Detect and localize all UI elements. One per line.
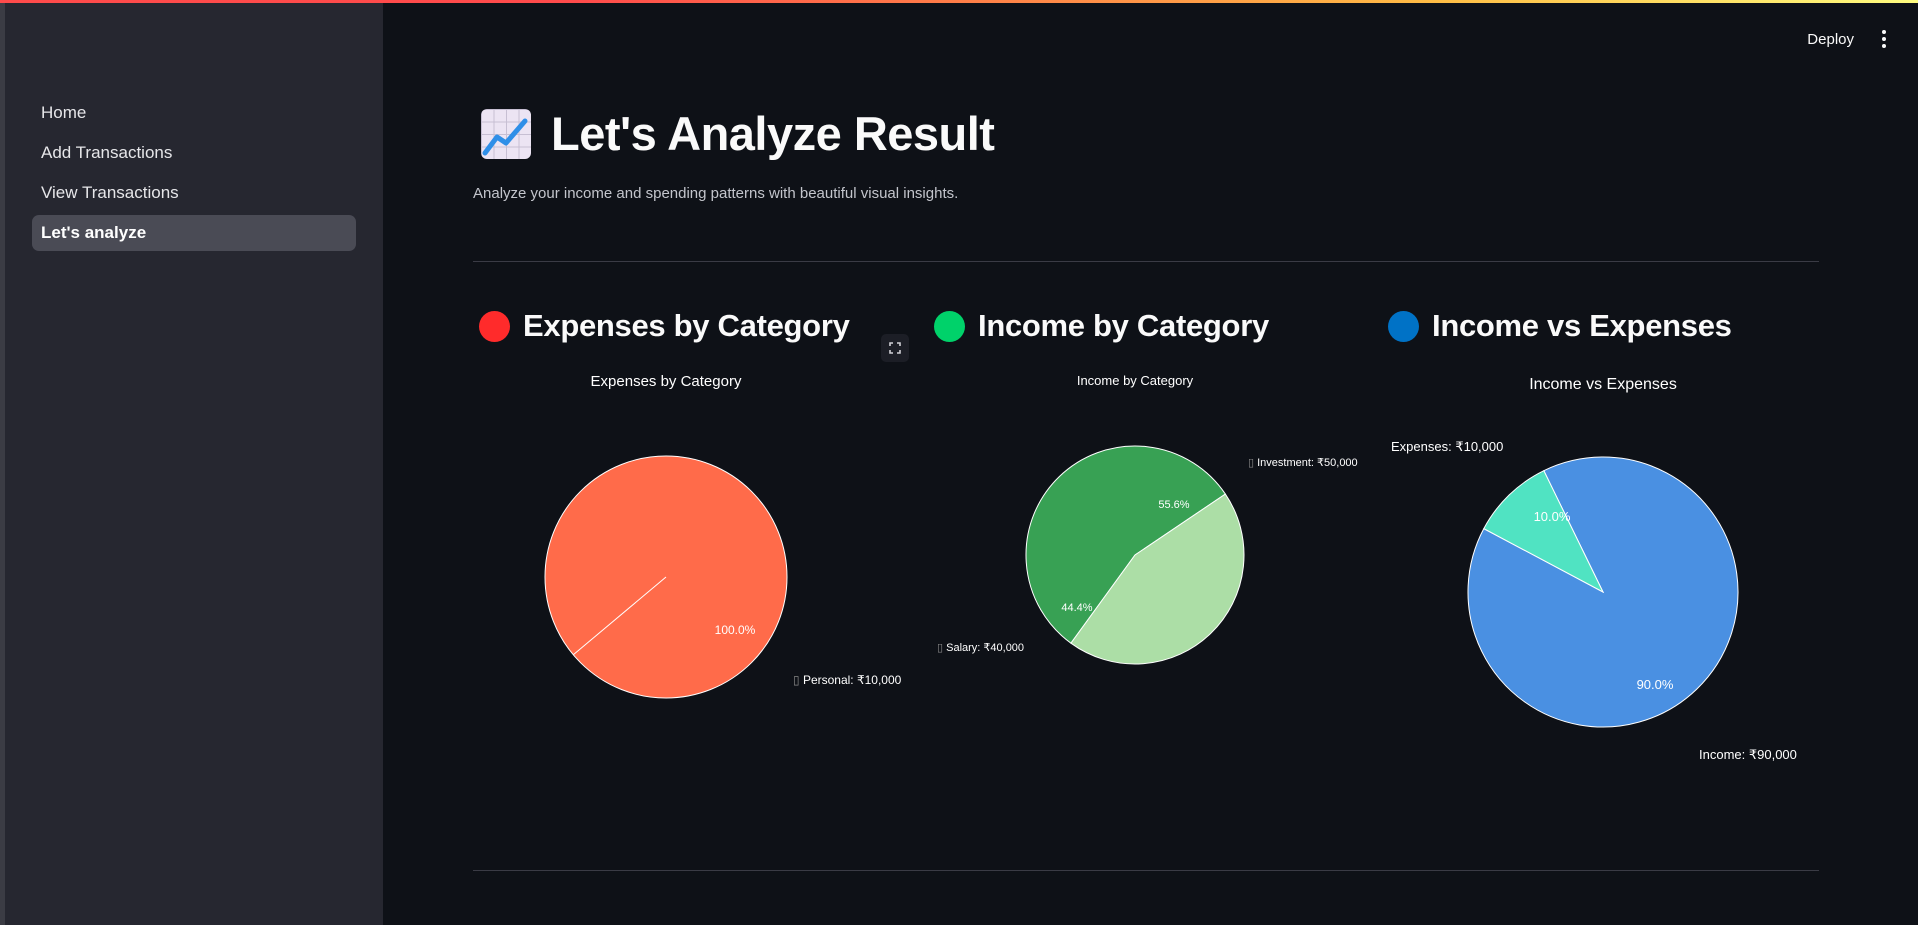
section-income-by-category: Income by Category [934, 308, 1269, 344]
section-title: Income vs Expenses [1432, 308, 1732, 343]
sidebar-item-add-transactions[interactable]: Add Transactions [32, 135, 356, 171]
slice-label-text: Personal: ₹10,000 [803, 673, 902, 687]
page-subtitle: Analyze your income and spending pattern… [473, 185, 959, 202]
sidebar-item-lets-analyze[interactable]: Let's analyze [32, 215, 356, 251]
sidebar-item-home[interactable]: Home [32, 95, 356, 131]
page-header: Let's Analyze Result [481, 106, 995, 161]
header-actions: Deploy [1807, 30, 1886, 48]
sidebar: Home Add Transactions View Transactions … [0, 3, 383, 925]
deploy-button[interactable]: Deploy [1807, 31, 1854, 48]
pie-slices [544, 455, 788, 699]
legend-glyph: ▯ [937, 642, 946, 654]
red-circle-icon [479, 310, 510, 342]
sidebar-item-view-transactions[interactable]: View Transactions [32, 175, 356, 211]
more-vertical-icon[interactable] [1882, 30, 1886, 48]
chart-title: Income vs Expenses [1529, 376, 1677, 393]
slice-label: ▯ Investment: ₹50,000 [1248, 457, 1358, 469]
slice-percent-label: 90.0% [1637, 677, 1674, 692]
menu-dot [1882, 30, 1886, 34]
green-circle-icon [934, 310, 965, 342]
slice-percent-label: 44.4% [1061, 602, 1092, 614]
menu-dot [1882, 44, 1886, 48]
slice-percent-label: 55.6% [1158, 499, 1189, 511]
divider [473, 870, 1819, 871]
sidebar-nav: Home Add Transactions View Transactions … [32, 95, 356, 255]
slice-label: Income: ₹90,000 [1699, 747, 1797, 762]
trend-line-graphic [482, 118, 528, 155]
expenses-pie-chart: Expenses by Category 100.0% ▯ Personal: … [544, 373, 902, 699]
slice-percent-label: 100.0% [715, 623, 756, 637]
chart-title: Income by Category [1077, 373, 1194, 388]
blue-circle-icon [1388, 310, 1419, 342]
pie-slices [1025, 445, 1245, 665]
legend-glyph: ▯ [793, 673, 803, 687]
pie-slices [1467, 456, 1739, 728]
slice-label: Expenses: ₹10,000 [1391, 439, 1503, 454]
slice-percent-label: 10.0% [1534, 509, 1571, 524]
legend-glyph: ▯ [1248, 457, 1257, 469]
slice-label-text: Salary: ₹40,000 [946, 642, 1024, 654]
income-vs-expenses-pie-chart: Income vs Expenses 90.0% 10.0% Income: ₹… [1391, 376, 1797, 762]
section-income-vs-expenses: Income vs Expenses [1388, 308, 1732, 344]
chart-title: Expenses by Category [591, 373, 742, 390]
fullscreen-expand-icon[interactable] [881, 334, 909, 362]
slice-label-text: Investment: ₹50,000 [1257, 457, 1358, 469]
section-title: Expenses by Category [523, 308, 850, 343]
section-title: Income by Category [978, 308, 1269, 343]
expand-glyph [889, 342, 901, 354]
chart-increasing-icon [481, 108, 531, 159]
income-pie-chart: Income by Category 55.6% 44.4% ▯ Investm… [937, 373, 1358, 665]
page-title: Let's Analyze Result [551, 107, 995, 160]
menu-dot [1882, 37, 1886, 41]
divider [473, 261, 1819, 262]
slice-label: ▯ Salary: ₹40,000 [937, 642, 1024, 654]
slice-label: ▯ Personal: ₹10,000 [793, 673, 902, 687]
section-expenses-by-category: Expenses by Category [479, 308, 850, 344]
